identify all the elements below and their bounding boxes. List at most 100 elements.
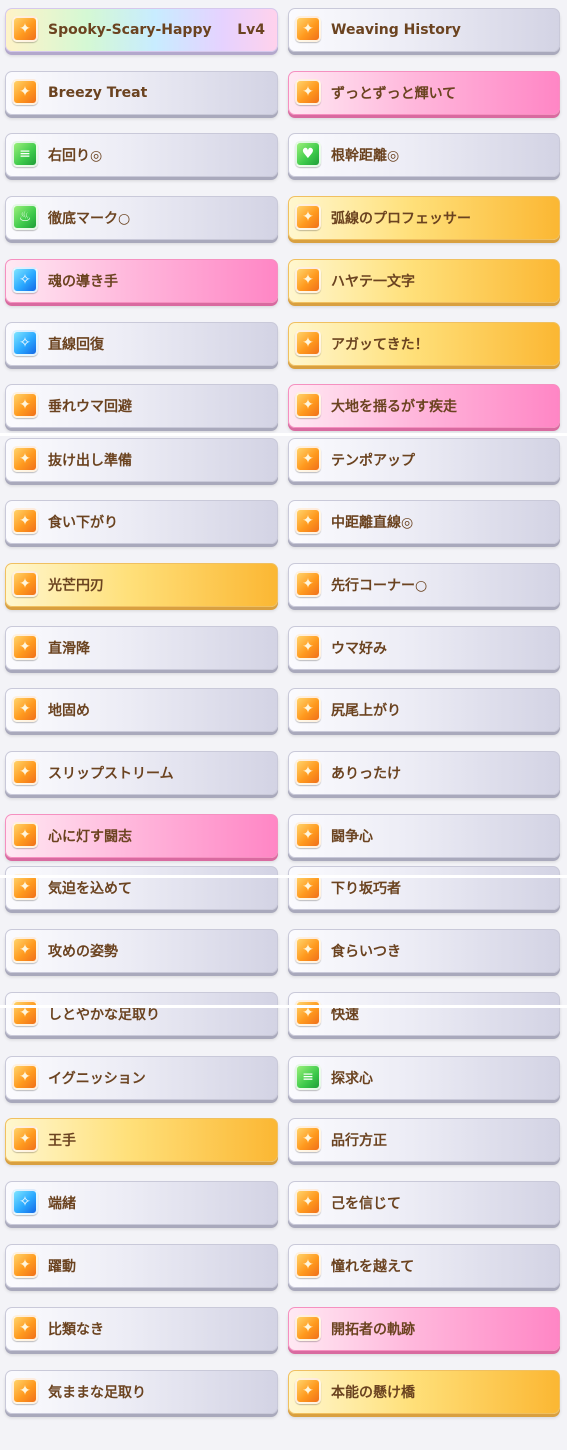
skill-name: 気ままな足取り: [48, 1385, 146, 1401]
skill-card[interactable]: ✦ 垂れウマ回避: [5, 384, 278, 428]
skill-card[interactable]: ✦ ウマ好み: [288, 626, 560, 670]
skill-card[interactable]: ♨ 徹底マーク○: [5, 196, 278, 240]
skill-card[interactable]: ✦ スリップストリーム: [5, 751, 278, 795]
skill-card[interactable]: ✦ ずっとずっと輝いて: [288, 71, 560, 115]
skill-card[interactable]: ✦ 己を信じて: [288, 1181, 560, 1225]
skill-card[interactable]: ✦ しとやかな足取り: [5, 992, 278, 1036]
speed-icon: ✦: [12, 634, 38, 660]
skill-card[interactable]: ✦ 本能の懸け橋: [288, 1370, 560, 1414]
skill-name: 地固め: [48, 703, 90, 719]
speed-icon: ✦: [12, 1064, 38, 1090]
skill-grid: ✦ Spooky-Scary-Happy Lv4 ✦ Weaving History ✦ B…: [0, 0, 567, 1450]
skill-card[interactable]: ≡ 探求心: [288, 1056, 560, 1100]
speed-icon: ✦: [295, 696, 321, 722]
skill-name: 探求心: [331, 1071, 373, 1087]
skill-name: 心に灯す闘志: [48, 829, 132, 845]
speed-icon: ✦: [295, 1126, 321, 1152]
skill-card[interactable]: ✦ 王手: [5, 1118, 278, 1162]
skill-card[interactable]: ✦ 尻尾上がり: [288, 688, 560, 732]
speed-icon: ✦: [295, 1378, 321, 1404]
skill-card[interactable]: ✦ 闘争心: [288, 814, 560, 858]
speed-icon: ✦: [12, 446, 38, 472]
skill-name: 右回り◎: [48, 148, 103, 164]
skill-name: 光芒円刃: [48, 578, 104, 594]
skill-card[interactable]: ✦ 光芒円刃: [5, 563, 278, 607]
speed-icon: ✦: [12, 759, 38, 785]
skill-card[interactable]: ≡ 右回り◎: [5, 133, 278, 177]
skill-card[interactable]: ✦ 開拓者の軌跡: [288, 1307, 560, 1351]
skill-card[interactable]: ✦ 下り坂巧者: [288, 866, 560, 910]
speed-icon: ✦: [12, 508, 38, 534]
skill-name: 中距離直線◎: [331, 515, 414, 531]
skill-card[interactable]: ✦ 比類なき: [5, 1307, 278, 1351]
debuff-icon: ♨: [12, 204, 38, 230]
speed-icon: ✦: [295, 1252, 321, 1278]
skill-card[interactable]: ✦ アガッてきた！: [288, 322, 560, 366]
skill-card[interactable]: ✦ テンポアップ: [288, 438, 560, 482]
skill-card[interactable]: ✧ 直線回復: [5, 322, 278, 366]
skill-name: テンポアップ: [331, 453, 415, 469]
skill-name: 開拓者の軌跡: [331, 1322, 415, 1338]
skill-card[interactable]: ✦ Spooky-Scary-Happy Lv4: [5, 8, 278, 52]
speed-icon: ✦: [12, 79, 38, 105]
skill-card[interactable]: ✦ 先行コーナー○: [288, 563, 560, 607]
speed-icon: ✦: [295, 267, 321, 293]
skill-card[interactable]: ✦ 大地を揺るがす疾走: [288, 384, 560, 428]
skill-card[interactable]: ♥ 根幹距離◎: [288, 133, 560, 177]
skill-card[interactable]: ✧ 魂の導き手: [5, 259, 278, 303]
recovery-icon: ✧: [12, 330, 38, 356]
skill-card[interactable]: ✦ 食らいつき: [288, 929, 560, 973]
speed-icon: ✦: [295, 1189, 321, 1215]
skill-name: 攻めの姿勢: [48, 944, 118, 960]
skill-name: 直線回復: [48, 337, 104, 353]
skill-card[interactable]: ✦ 快速: [288, 992, 560, 1036]
skill-name: 比類なき: [48, 1322, 104, 1338]
skill-card[interactable]: ✦ 弧線のプロフェッサー: [288, 196, 560, 240]
screenshot-seam: [0, 875, 567, 878]
skill-card[interactable]: ✦ 心に灯す闘志: [5, 814, 278, 858]
speed-icon: ✦: [295, 16, 321, 42]
skill-name: 下り坂巧者: [331, 881, 401, 897]
skill-card[interactable]: ✦ 直滑降: [5, 626, 278, 670]
skill-name: 快速: [331, 1007, 359, 1023]
speed-icon: ✦: [295, 330, 321, 356]
skill-card[interactable]: ✦ 気迫を込めて: [5, 866, 278, 910]
skill-card[interactable]: ✦ Breezy Treat: [5, 71, 278, 115]
skill-card[interactable]: ✦ 抜け出し準備: [5, 438, 278, 482]
skill-name: 直滑降: [48, 641, 90, 657]
skill-card[interactable]: ✦ 躍動: [5, 1244, 278, 1288]
speed-icon: ✦: [295, 446, 321, 472]
skill-name: 己を信じて: [331, 1196, 401, 1212]
skill-name: 大地を揺るがす疾走: [331, 399, 457, 415]
skill-name: 根幹距離◎: [331, 148, 400, 164]
speed-icon: ✦: [12, 1126, 38, 1152]
skill-card[interactable]: ✦ 地固め: [5, 688, 278, 732]
skill-card[interactable]: ✦ Weaving History: [288, 8, 560, 52]
skill-name: イグニッション: [48, 1071, 146, 1087]
skill-name: 魂の導き手: [48, 274, 118, 290]
skill-card[interactable]: ✦ イグニッション: [5, 1056, 278, 1100]
speed-icon: ✦: [295, 759, 321, 785]
speed-icon: ✦: [12, 696, 38, 722]
skill-card[interactable]: ✧ 端緒: [5, 1181, 278, 1225]
speed-icon: ✦: [12, 1252, 38, 1278]
screenshot-seam: [0, 1005, 567, 1008]
skill-name: Weaving History: [331, 22, 461, 38]
speed-icon: ✦: [12, 937, 38, 963]
skill-card[interactable]: ✦ ハヤテ一文字: [288, 259, 560, 303]
skill-name: アガッてきた！: [331, 337, 429, 353]
speed-icon: ✦: [12, 1315, 38, 1341]
skill-name: 徹底マーク○: [48, 211, 131, 227]
skill-card[interactable]: ✦ 憧れを越えて: [288, 1244, 560, 1288]
skill-card[interactable]: ✦ 攻めの姿勢: [5, 929, 278, 973]
speed-icon: ✦: [295, 392, 321, 418]
skill-card[interactable]: ✦ 食い下がり: [5, 500, 278, 544]
speed-icon: ✦: [295, 1000, 321, 1026]
skill-card[interactable]: ✦ 気ままな足取り: [5, 1370, 278, 1414]
course-icon: ≡: [12, 141, 38, 167]
skill-card[interactable]: ✦ 品行方正: [288, 1118, 560, 1162]
skill-name: Spooky-Scary-Happy: [48, 22, 212, 38]
skill-card[interactable]: ✦ ありったけ: [288, 751, 560, 795]
skill-card[interactable]: ✦ 中距離直線◎: [288, 500, 560, 544]
speed-icon: ✦: [12, 16, 38, 42]
